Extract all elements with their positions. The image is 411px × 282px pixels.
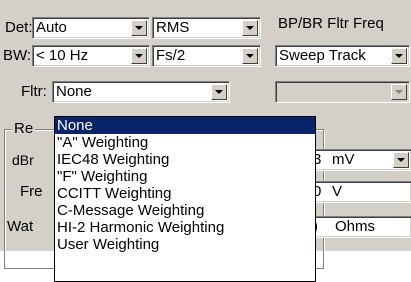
bw-value: < 10 Hz	[36, 47, 89, 64]
chevron-down-icon	[395, 90, 403, 94]
bp-br-filter-freq-label: BP/BR Fltr Freq	[278, 15, 384, 32]
chevron-down-icon	[215, 90, 223, 94]
sweep-dropdown-button[interactable]	[391, 48, 407, 64]
watt-input[interactable]: ) Ohms	[300, 216, 411, 238]
rms-dropdown-button[interactable]	[242, 20, 258, 36]
dbr-unit: mV	[332, 151, 355, 168]
dropdown-option[interactable]: IEC48 Weighting	[55, 151, 315, 168]
sweep-track-select[interactable]: Sweep Track	[275, 45, 410, 67]
dropdown-option[interactable]: HI-2 Harmonic Weighting	[55, 219, 315, 236]
filter-dropdown-button[interactable]	[211, 84, 227, 100]
group-title: Re	[12, 120, 36, 138]
filter-select[interactable]: None	[52, 81, 230, 103]
fs-value: Fs/2	[156, 47, 186, 64]
sweep-track-value: Sweep Track	[279, 47, 366, 64]
chevron-down-icon	[135, 26, 143, 30]
watt-unit: Ohms	[335, 218, 376, 235]
chevron-down-icon	[395, 54, 403, 58]
filter-dropdown-list[interactable]: None "A" Weighting IEC48 Weighting "F" Weig…	[54, 116, 316, 282]
det-dropdown-button[interactable]	[131, 20, 147, 36]
fs-dropdown-button[interactable]	[242, 48, 258, 64]
det-select[interactable]: Auto	[32, 17, 150, 39]
fs-select[interactable]: Fs/2	[152, 45, 261, 67]
det-value: Auto	[36, 19, 67, 36]
dropdown-option[interactable]: C-Message Weighting	[55, 202, 315, 219]
rms-value: RMS	[156, 19, 190, 36]
bp-br-freq-select	[275, 81, 410, 103]
dropdown-option[interactable]: "F" Weighting	[55, 168, 315, 185]
dropdown-option[interactable]: CCITT Weighting	[55, 185, 315, 202]
rms-select[interactable]: RMS	[152, 17, 261, 39]
det-label: Det:	[5, 19, 33, 36]
filter-value: None	[56, 83, 92, 100]
freq-unit: V	[332, 183, 343, 200]
dbr-dropdown-button[interactable]	[393, 152, 409, 168]
watt-label: Wat	[7, 218, 34, 235]
bw-select[interactable]: < 10 Hz	[32, 45, 150, 67]
chevron-down-icon	[397, 158, 405, 162]
dbr-label: dBr	[12, 152, 34, 168]
freq-label: Fre	[20, 183, 43, 200]
chevron-down-icon	[135, 54, 143, 58]
bp-br-dropdown-button	[391, 84, 407, 100]
dropdown-option[interactable]: None	[55, 117, 315, 134]
bw-dropdown-button[interactable]	[131, 48, 147, 64]
dbr-unit-select[interactable]: 3 mV	[300, 149, 411, 171]
bw-label: BW:	[3, 47, 32, 64]
chevron-down-icon	[246, 26, 254, 30]
freq-input[interactable]: 0 V	[300, 181, 411, 203]
chevron-down-icon	[246, 54, 254, 58]
fltr-label: Fltr:	[21, 83, 47, 100]
dropdown-option[interactable]: User Weighting	[55, 236, 315, 253]
dropdown-option[interactable]: "A" Weighting	[55, 134, 315, 151]
